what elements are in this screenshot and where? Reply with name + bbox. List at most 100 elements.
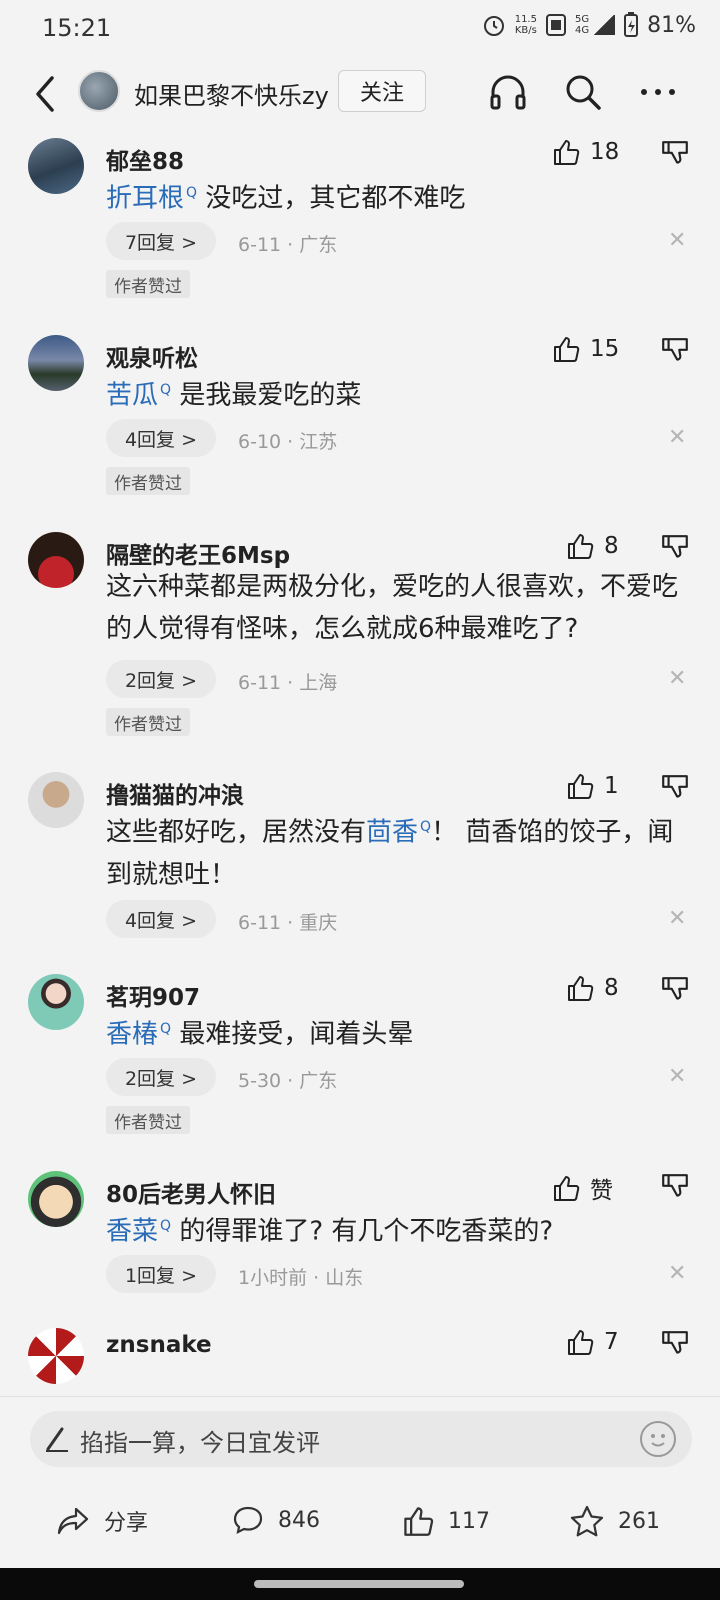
like-button[interactable]: 1 [566, 772, 619, 800]
thumbs-down-icon[interactable] [660, 1173, 690, 1203]
commenter-avatar[interactable] [28, 1171, 84, 1227]
author-liked-tag: 作者赞过 [106, 1106, 190, 1134]
thumbs-up-icon [554, 140, 580, 165]
top-bar: 如果巴黎不快乐zy 关注 [0, 58, 720, 130]
thumbs-up-icon [568, 976, 594, 1001]
comment-text: 香菜 Q 的得罪谁了? 有几个不吃香菜的? [106, 1205, 696, 1253]
comment-input-placeholder: 掐指一算，今日宜发评 [80, 1429, 320, 1457]
keyword-link[interactable]: 苦瓜 [106, 381, 158, 411]
like-count: 117 [448, 1508, 490, 1534]
thumbs-down-icon[interactable] [660, 140, 690, 170]
close-icon[interactable]: ✕ [668, 666, 686, 691]
comment-body: 的得罪谁了? 有几个不吃香菜的? [179, 1216, 554, 1247]
net-speed-unit: KB/s [514, 25, 537, 36]
commenter-name[interactable]: 郁垒88 [106, 142, 184, 176]
share-icon [57, 1507, 89, 1535]
commenter-name[interactable]: 80后老男人怀旧 [106, 1175, 276, 1209]
keyword-link[interactable]: 香椿 [106, 1020, 158, 1050]
thumbs-down-icon[interactable] [660, 976, 690, 1006]
commenter-avatar[interactable] [28, 532, 84, 588]
commenter-avatar[interactable] [28, 1328, 84, 1384]
system-nav-bar [0, 1568, 720, 1600]
like-button[interactable]: 8 [566, 974, 619, 1002]
comment-bubble-icon [233, 1506, 263, 1534]
comment-meta: 6-11 · 重庆 [238, 912, 338, 934]
favorite-button[interactable]: 261 [570, 1505, 660, 1537]
share-button[interactable]: 分享 [56, 1505, 148, 1537]
thumbs-up-icon [568, 1330, 594, 1355]
like-count: 15 [590, 336, 620, 362]
like-button[interactable]: 18 [552, 138, 619, 166]
like-button[interactable]: 15 [552, 335, 619, 363]
commenter-name[interactable]: 茗玥907 [106, 978, 200, 1012]
like-count: 8 [604, 533, 619, 559]
thumbs-down-icon[interactable] [660, 534, 690, 564]
thumbs-down-icon[interactable] [660, 1330, 690, 1360]
commenter-avatar[interactable] [28, 138, 84, 194]
bottom-bar: 掐指一算，今日宜发评 分享 846 117 261 [0, 1396, 720, 1568]
comment-meta: 6-11 · 广东 [238, 234, 338, 256]
net-type: 5G [574, 14, 590, 25]
commenter-avatar[interactable] [28, 974, 84, 1030]
follow-button[interactable]: 关注 [338, 70, 426, 112]
close-icon[interactable]: ✕ [668, 1064, 686, 1089]
thumbs-down-icon[interactable] [660, 337, 690, 367]
author-name[interactable]: 如果巴黎不快乐zy [134, 76, 329, 111]
home-indicator[interactable] [254, 1580, 464, 1588]
like-count: 1 [604, 773, 619, 799]
keyword-link[interactable]: 折耳根 [106, 184, 184, 214]
comment-body: 是我最爱吃的菜 [179, 380, 362, 411]
close-icon[interactable]: ✕ [668, 906, 686, 931]
comment-body: 最难接受，闻着头晕 [179, 1019, 414, 1050]
like-button[interactable]: 7 [566, 1328, 619, 1356]
comment-meta: 6-11 · 上海 [238, 672, 338, 694]
comment-body: 这些都好吃，居然没有 [106, 817, 367, 848]
net-speed-value: 11.5 [514, 14, 537, 25]
share-label: 分享 [104, 1511, 149, 1536]
comment-text: 折耳根 Q 没吃过，其它都不难吃 [106, 172, 696, 220]
search-icon[interactable] [563, 72, 603, 112]
like-count: 赞 [590, 1178, 613, 1204]
search-marker-icon: Q [160, 1021, 172, 1037]
author-liked-tag: 作者赞过 [106, 467, 190, 495]
keyword-link[interactable]: 茴香 [366, 818, 418, 848]
thumbs-up-icon [404, 1507, 434, 1536]
commenter-name[interactable]: znsnake [106, 1332, 212, 1358]
keyword-link[interactable]: 香菜 [106, 1217, 158, 1247]
search-marker-icon: Q [160, 382, 172, 398]
status-icons: 11.5 KB/s 5G 4G 81% [481, 12, 696, 38]
like-button[interactable]: 8 [566, 532, 619, 560]
search-marker-icon: Q [160, 1218, 172, 1234]
commenter-name[interactable]: 隔壁的老王6Msp [106, 536, 290, 570]
author-avatar[interactable] [78, 70, 120, 112]
close-icon[interactable]: ✕ [668, 228, 686, 253]
like-article-button[interactable]: 117 [402, 1505, 490, 1537]
thumbs-up-icon [554, 1176, 580, 1201]
comment-text: 香椿 Q 最难接受，闻着头晕 [106, 1008, 696, 1056]
thumbs-down-icon[interactable] [660, 774, 690, 804]
comment-count: 846 [278, 1507, 320, 1533]
pen-icon [46, 1427, 68, 1452]
commenter-avatar[interactable] [28, 772, 84, 828]
signal-icon: 5G 4G [574, 14, 616, 36]
like-count: 18 [590, 139, 620, 165]
comment-button[interactable]: 846 [232, 1505, 320, 1535]
like-count: 7 [604, 1329, 619, 1355]
commenter-name[interactable]: 观泉听松 [106, 339, 198, 373]
replies-button[interactable]: 2回复 > [106, 660, 216, 698]
emoji-icon[interactable] [640, 1421, 676, 1457]
close-icon[interactable]: ✕ [668, 1261, 686, 1286]
more-icon[interactable] [638, 72, 678, 112]
replies-button[interactable]: 1回复 > [106, 1255, 216, 1293]
like-button[interactable]: 赞 [552, 1171, 613, 1205]
replies-button[interactable]: 2回复 > [106, 1058, 216, 1096]
commenter-name[interactable]: 撸猫猫的冲浪 [106, 776, 244, 810]
back-arrow-icon[interactable] [26, 72, 66, 116]
headphones-icon[interactable] [488, 72, 528, 112]
close-icon[interactable]: ✕ [668, 425, 686, 450]
replies-button[interactable]: 4回复 > [106, 900, 216, 938]
comment-input[interactable]: 掐指一算，今日宜发评 [30, 1411, 692, 1467]
replies-button[interactable]: 4回复 > [106, 419, 216, 457]
commenter-avatar[interactable] [28, 335, 84, 391]
replies-button[interactable]: 7回复 > [106, 222, 216, 260]
